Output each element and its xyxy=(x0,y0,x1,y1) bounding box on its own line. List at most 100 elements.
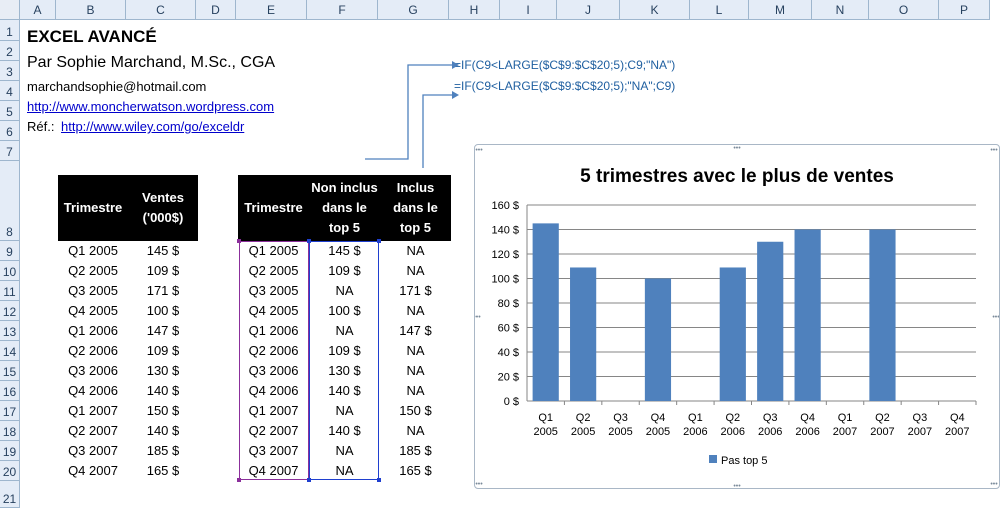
column-header-j[interactable]: J xyxy=(557,0,620,20)
table1-cell[interactable]: 165 $ xyxy=(128,461,198,481)
table2-cell[interactable]: NA xyxy=(380,421,451,441)
table1-cell[interactable]: 109 $ xyxy=(128,341,198,361)
row-header-10[interactable]: 10 xyxy=(0,261,20,281)
chart-resize-handle[interactable]: ••• xyxy=(733,483,741,488)
table1-cell[interactable]: Q4 2006 xyxy=(58,381,128,401)
row-header-13[interactable]: 13 xyxy=(0,321,20,341)
column-header-p[interactable]: P xyxy=(939,0,990,20)
row-header-5[interactable]: 5 xyxy=(0,101,20,121)
row-header-2[interactable]: 2 xyxy=(0,41,20,61)
table2-cell[interactable]: NA xyxy=(380,361,451,381)
row-header-7[interactable]: 7 xyxy=(0,141,20,161)
column-header-b[interactable]: B xyxy=(56,0,126,20)
column-header-h[interactable]: H xyxy=(449,0,500,20)
bar[interactable] xyxy=(869,229,896,402)
table1-cell[interactable]: Q1 2005 xyxy=(58,241,128,261)
row-header-12[interactable]: 12 xyxy=(0,301,20,321)
bar[interactable] xyxy=(570,267,597,401)
row-header-11[interactable]: 11 xyxy=(0,281,20,301)
table1-cell[interactable]: 185 $ xyxy=(128,441,198,461)
row-header-21[interactable]: 21 xyxy=(0,481,20,508)
bar[interactable] xyxy=(794,229,821,402)
row-header-20[interactable]: 20 xyxy=(0,461,20,481)
column-header-f[interactable]: F xyxy=(307,0,378,20)
table2-cell[interactable]: 171 $ xyxy=(380,281,451,301)
table2-cell[interactable]: NA xyxy=(380,341,451,361)
chart-resize-handle[interactable]: ••• xyxy=(990,481,998,488)
table1-cell[interactable]: Q3 2007 xyxy=(58,441,128,461)
column-header-k[interactable]: K xyxy=(620,0,690,20)
table1-cell[interactable]: 145 $ xyxy=(128,241,198,261)
table2-cell[interactable]: NA xyxy=(380,241,451,261)
table1-cell[interactable]: Q1 2007 xyxy=(58,401,128,421)
table1-cell[interactable]: Q1 2006 xyxy=(58,321,128,341)
column-header-c[interactable]: C xyxy=(126,0,196,20)
bar[interactable] xyxy=(719,267,746,401)
row-header-8[interactable]: 8 xyxy=(0,161,20,241)
selection-handle[interactable] xyxy=(237,239,241,243)
chart-resize-handle[interactable]: ••• xyxy=(475,147,483,154)
selection-range-non-inclus[interactable] xyxy=(309,241,379,480)
chart-resize-handle[interactable]: ••• xyxy=(990,147,998,154)
row-header-9[interactable]: 9 xyxy=(0,241,20,261)
column-header-m[interactable]: M xyxy=(749,0,812,20)
column-header-g[interactable]: G xyxy=(378,0,449,20)
selection-range-trimestre[interactable] xyxy=(239,241,309,480)
row-header-19[interactable]: 19 xyxy=(0,441,20,461)
bar[interactable] xyxy=(532,223,559,401)
selection-handle[interactable] xyxy=(377,478,381,482)
table1-cell[interactable]: Q3 2005 xyxy=(58,281,128,301)
row-header-15[interactable]: 15 xyxy=(0,361,20,381)
table2-cell[interactable]: NA xyxy=(380,301,451,321)
table1-cell[interactable]: 140 $ xyxy=(128,421,198,441)
row-header-4[interactable]: 4 xyxy=(0,81,20,101)
chart-object[interactable]: 5 trimestres avec le plus de ventes 0 $ 2… xyxy=(474,144,1000,489)
select-all-corner[interactable] xyxy=(0,0,20,20)
row-header-3[interactable]: 3 xyxy=(0,61,20,81)
website-link[interactable]: http://www.moncherwatson.wordpress.com xyxy=(27,99,274,114)
table1-cell[interactable]: Q4 2007 xyxy=(58,461,128,481)
table2-cell[interactable]: 185 $ xyxy=(380,441,451,461)
table1-cell[interactable]: 100 $ xyxy=(128,301,198,321)
row-header-18[interactable]: 18 xyxy=(0,421,20,441)
table2-cell[interactable]: NA xyxy=(380,261,451,281)
chart-resize-handle[interactable]: ••• xyxy=(475,314,481,321)
column-header-o[interactable]: O xyxy=(869,0,939,20)
column-header-l[interactable]: L xyxy=(690,0,749,20)
chart-resize-handle[interactable]: ••• xyxy=(992,314,999,321)
table1-cell[interactable]: 140 $ xyxy=(128,381,198,401)
bar[interactable] xyxy=(757,241,784,401)
chart-resize-handle[interactable]: ••• xyxy=(475,481,483,488)
table1-cell[interactable]: 147 $ xyxy=(128,321,198,341)
table1-cell[interactable]: 130 $ xyxy=(128,361,198,381)
selection-handle[interactable] xyxy=(237,478,241,482)
column-header-i[interactable]: I xyxy=(500,0,557,20)
column-header-n[interactable]: N xyxy=(812,0,869,20)
row-header-16[interactable]: 16 xyxy=(0,381,20,401)
table1-cell[interactable]: 171 $ xyxy=(128,281,198,301)
table1-cell[interactable]: Q3 2006 xyxy=(58,361,128,381)
selection-handle[interactable] xyxy=(307,478,311,482)
chart-resize-handle[interactable]: ••• xyxy=(733,145,741,152)
row-header-17[interactable]: 17 xyxy=(0,401,20,421)
table2-cell[interactable]: 147 $ xyxy=(380,321,451,341)
table1-cell[interactable]: Q2 2005 xyxy=(58,261,128,281)
column-header-a[interactable]: A xyxy=(20,0,56,20)
table1-cell[interactable]: Q4 2005 xyxy=(58,301,128,321)
row-header-1[interactable]: 1 xyxy=(0,20,20,41)
table2-cell[interactable]: 150 $ xyxy=(380,401,451,421)
table2-cell[interactable]: NA xyxy=(380,381,451,401)
row-header-14[interactable]: 14 xyxy=(0,341,20,361)
bar[interactable] xyxy=(644,278,672,402)
table1-cell[interactable]: 109 $ xyxy=(128,261,198,281)
table1-cell[interactable]: Q2 2006 xyxy=(58,341,128,361)
column-header-e[interactable]: E xyxy=(236,0,307,20)
table1-cell[interactable]: Q2 2007 xyxy=(58,421,128,441)
column-header-d[interactable]: D xyxy=(196,0,236,20)
table1-cell[interactable]: 150 $ xyxy=(128,401,198,421)
row-header-6[interactable]: 6 xyxy=(0,121,20,141)
selection-handle[interactable] xyxy=(377,239,381,243)
ref-link[interactable]: http://www.wiley.com/go/exceldr xyxy=(61,119,244,134)
table2-cell[interactable]: 165 $ xyxy=(380,461,451,481)
selection-handle[interactable] xyxy=(307,239,311,243)
